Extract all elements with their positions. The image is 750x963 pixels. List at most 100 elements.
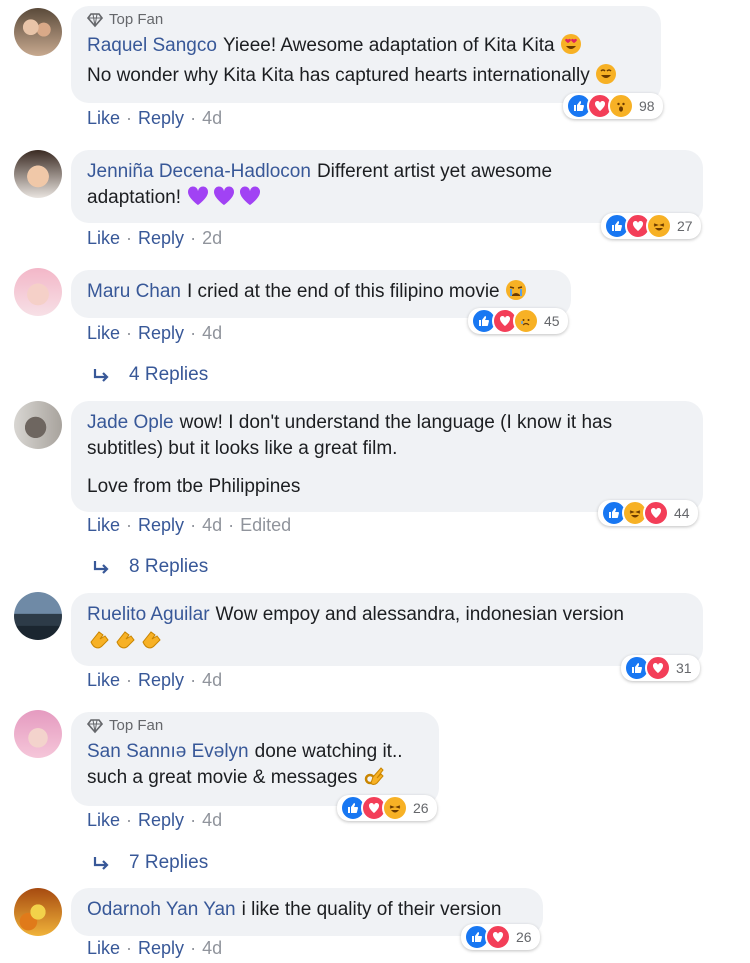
reply-link[interactable]: Reply bbox=[138, 228, 184, 248]
comment-actions: Like · Reply · 4d bbox=[87, 323, 223, 343]
comment-text: such a great movie & messages bbox=[87, 765, 423, 795]
avatar[interactable] bbox=[14, 710, 62, 758]
timestamp[interactable]: 2d bbox=[202, 228, 222, 248]
comment-actions: Like · Reply · 4d bbox=[87, 670, 223, 690]
comment-text: subtitles) but it looks like a great fil… bbox=[87, 438, 398, 459]
comment-bubble: Jade Ople wow! I don't understand the lan… bbox=[71, 401, 703, 512]
author-name[interactable]: Odarnoh Yan Yan bbox=[87, 899, 236, 920]
reply-arrow-icon bbox=[93, 369, 109, 382]
avatar[interactable] bbox=[14, 268, 62, 316]
reply-arrow-icon bbox=[93, 561, 109, 574]
reactions-summary[interactable]: 45 bbox=[468, 308, 568, 334]
replies-count-label: 8 Replies bbox=[129, 556, 209, 577]
comment-actions: Like · Reply · 4d bbox=[87, 810, 223, 830]
heart-eyes-emoji-icon bbox=[560, 33, 582, 63]
top-fan-label: Top Fan bbox=[109, 11, 164, 28]
comment-text: Odarnoh Yan Yan i like the quality of the… bbox=[87, 899, 502, 920]
reaction-count: 27 bbox=[677, 218, 693, 234]
author-name[interactable]: Ruelito Aguilar bbox=[87, 604, 210, 625]
like-link[interactable]: Like bbox=[87, 108, 120, 128]
diamond-icon bbox=[87, 719, 103, 734]
timestamp[interactable]: 4d bbox=[202, 108, 222, 128]
reactions-summary[interactable]: 27 bbox=[601, 213, 701, 239]
avatar[interactable] bbox=[14, 401, 62, 449]
love-reaction-icon bbox=[645, 655, 671, 681]
comment-text: Love from tbe Philippines bbox=[87, 476, 301, 497]
like-link[interactable]: Like bbox=[87, 323, 120, 343]
reactions-summary[interactable]: 26 bbox=[337, 795, 437, 821]
reply-link[interactable]: Reply bbox=[138, 108, 184, 128]
comment-bubble: Top Fan San Sannıə Evəlyn done watching i… bbox=[71, 712, 439, 806]
author-name[interactable]: Raquel Sangco bbox=[87, 35, 217, 56]
reaction-count: 98 bbox=[639, 98, 655, 114]
replies-count-label: 7 Replies bbox=[129, 852, 209, 873]
comment-bubble: Ruelito Aguilar Wow empoy and alessandra,… bbox=[71, 593, 703, 666]
diamond-icon bbox=[87, 13, 103, 28]
timestamp[interactable]: 4d bbox=[202, 323, 222, 343]
haha-reaction-icon bbox=[382, 795, 408, 821]
avatar[interactable] bbox=[14, 592, 62, 640]
reply-arrow-icon bbox=[93, 857, 109, 870]
top-fan-badge: Top Fan bbox=[87, 717, 423, 735]
wow-reaction-icon bbox=[608, 93, 634, 119]
author-name[interactable]: Jade Ople bbox=[87, 412, 174, 433]
top-fan-badge: Top Fan bbox=[87, 11, 645, 29]
sad-reaction-icon bbox=[513, 308, 539, 334]
comment-text: Ruelito Aguilar Wow empoy and alessandra,… bbox=[87, 604, 624, 625]
top-fan-label: Top Fan bbox=[109, 717, 164, 734]
reactions-summary[interactable]: 44 bbox=[598, 500, 698, 526]
reaction-count: 45 bbox=[544, 313, 560, 329]
author-name[interactable]: Maru Chan bbox=[87, 281, 181, 302]
view-replies-link[interactable]: 7 Replies bbox=[93, 852, 208, 874]
comment-actions: Like · Reply · 2d bbox=[87, 228, 223, 248]
replies-count-label: 4 Replies bbox=[129, 364, 209, 385]
comment-text: San Sannıə Evəlyn done watching it.. bbox=[87, 741, 403, 762]
reactions-summary[interactable]: 98 bbox=[563, 93, 663, 119]
like-link[interactable]: Like bbox=[87, 228, 120, 248]
timestamp[interactable]: 4d bbox=[202, 515, 222, 535]
reaction-count: 44 bbox=[674, 505, 690, 521]
comment-actions: Like · Reply · 4d · Edited bbox=[87, 515, 292, 535]
avatar[interactable] bbox=[14, 888, 62, 936]
view-replies-link[interactable]: 8 Replies bbox=[93, 556, 208, 578]
avatar[interactable] bbox=[14, 150, 62, 198]
comment-text: adaptation! bbox=[87, 185, 687, 215]
crying-emoji-icon bbox=[505, 279, 527, 309]
avatar[interactable] bbox=[14, 8, 62, 56]
reply-link[interactable]: Reply bbox=[138, 323, 184, 343]
comment-text bbox=[87, 628, 687, 660]
smile-emoji-icon bbox=[595, 63, 617, 93]
comment-text: Raquel Sangco Yieee! Awesome adaptation o… bbox=[87, 33, 645, 63]
like-link[interactable]: Like bbox=[87, 938, 120, 958]
purple-heart-icon bbox=[186, 185, 262, 215]
author-name[interactable]: San Sannıə Evəlyn bbox=[87, 741, 249, 762]
author-name[interactable]: Jenniña Decena-Hadlocon bbox=[87, 161, 311, 182]
reply-link[interactable]: Reply bbox=[138, 515, 184, 535]
clapping-hands-icon bbox=[87, 628, 167, 660]
reactions-summary[interactable]: 26 bbox=[461, 924, 540, 950]
haha-reaction-icon bbox=[646, 213, 672, 239]
reaction-count: 26 bbox=[413, 800, 429, 816]
reply-link[interactable]: Reply bbox=[138, 810, 184, 830]
comment-text: Maru Chan I cried at the end of this fili… bbox=[87, 279, 555, 309]
timestamp[interactable]: 4d bbox=[202, 810, 222, 830]
comment-text: No wonder why Kita Kita has captured hea… bbox=[87, 63, 645, 93]
love-reaction-icon bbox=[643, 500, 669, 526]
reaction-count: 26 bbox=[516, 929, 532, 945]
view-replies-link[interactable]: 4 Replies bbox=[93, 364, 208, 386]
timestamp[interactable]: 4d bbox=[202, 938, 222, 958]
comment-bubble: Top Fan Raquel Sangco Yieee! Awesome adap… bbox=[71, 6, 661, 103]
comment-actions: Like · Reply · 4d bbox=[87, 108, 223, 128]
comment-bubble: Jenniña Decena-Hadlocon Different artist … bbox=[71, 150, 703, 223]
like-link[interactable]: Like bbox=[87, 810, 120, 830]
reply-link[interactable]: Reply bbox=[138, 938, 184, 958]
comment-actions: Like · Reply · 4d bbox=[87, 938, 223, 958]
reply-link[interactable]: Reply bbox=[138, 670, 184, 690]
reactions-summary[interactable]: 31 bbox=[621, 655, 700, 681]
comment-text: Jenniña Decena-Hadlocon Different artist … bbox=[87, 161, 553, 182]
edited-label[interactable]: Edited bbox=[240, 515, 291, 535]
ok-hand-icon bbox=[363, 765, 385, 795]
like-link[interactable]: Like bbox=[87, 670, 120, 690]
like-link[interactable]: Like bbox=[87, 515, 120, 535]
timestamp[interactable]: 4d bbox=[202, 670, 222, 690]
